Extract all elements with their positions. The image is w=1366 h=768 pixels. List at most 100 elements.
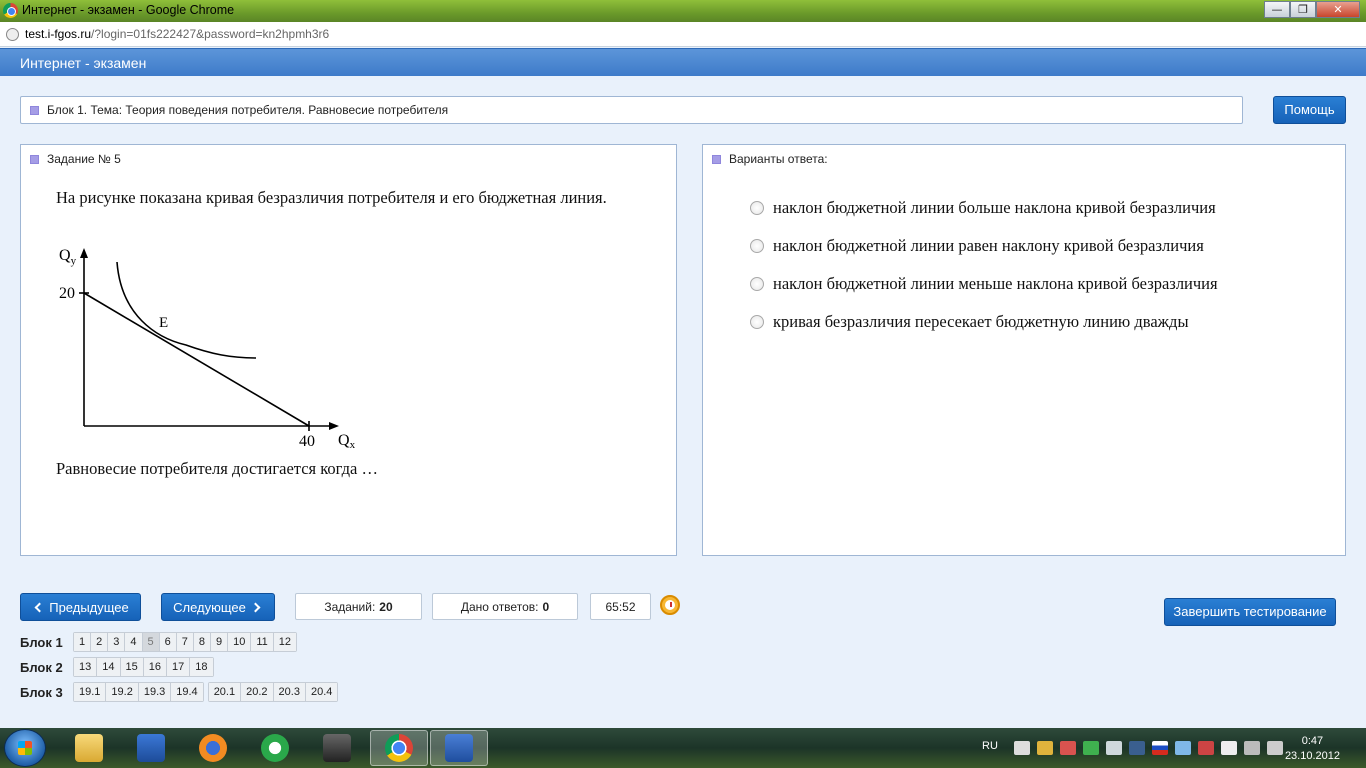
block-row-1: Блок 1 1 2 3 4 5 6 7 8 9 10 11 12 (20, 632, 301, 652)
monitor-icon[interactable] (1129, 741, 1145, 755)
task-link-19-4[interactable]: 19.4 (171, 683, 203, 701)
y-axis-label-main: Q (59, 247, 71, 264)
maximize-button[interactable]: ❐ (1290, 1, 1316, 18)
radio-button[interactable] (750, 201, 764, 215)
task-link-5-current[interactable]: 5 (142, 633, 160, 651)
tray-icons (1014, 741, 1283, 755)
answer-list: наклон бюджетной линии больше наклона кр… (750, 189, 1218, 341)
task-question: Равновесие потребителя достигается когда… (56, 459, 378, 478)
task-link-18[interactable]: 18 (190, 658, 213, 676)
finish-test-button[interactable]: Завершить тестирование (1164, 598, 1336, 626)
answer-option-1[interactable]: наклон бюджетной линии больше наклона кр… (750, 189, 1218, 227)
language-indicator[interactable]: RU (982, 740, 998, 752)
network-activity-icon[interactable] (1037, 741, 1053, 755)
radio-button[interactable] (750, 315, 764, 329)
answer-text: наклон бюджетной линии больше наклона кр… (773, 198, 1216, 217)
task-number-group: 1 2 3 4 5 6 7 8 9 10 11 12 (73, 632, 298, 652)
usb-icon[interactable] (1014, 741, 1030, 755)
url-text[interactable]: test.i-fgos.ru/?login=01fs222427&passwor… (25, 27, 329, 41)
security-icon[interactable] (1060, 741, 1076, 755)
address-bar[interactable]: test.i-fgos.ru/?login=01fs222427&passwor… (0, 22, 1366, 47)
answer-option-3[interactable]: наклон бюджетной линии меньше наклона кр… (750, 265, 1218, 303)
volume-icon[interactable] (1267, 741, 1283, 755)
system-tray: RU 0:47 23.10.2012 (946, 728, 1366, 768)
start-button[interactable] (4, 729, 46, 767)
task-link-7[interactable]: 7 (176, 633, 194, 651)
task-link-17[interactable]: 17 (167, 658, 191, 676)
task-link-10[interactable]: 10 (228, 633, 252, 651)
taskbar-firefox[interactable] (184, 730, 242, 766)
camera-icon (323, 734, 351, 762)
block-title: Блок 1. Тема: Теория поведения потребите… (47, 103, 449, 117)
flag-ru-icon[interactable] (1152, 741, 1168, 755)
budget-line (83, 292, 310, 427)
x-axis-label-main: Q (338, 432, 350, 449)
close-button[interactable]: ✕ (1316, 1, 1360, 18)
task-link-20-2[interactable]: 20.2 (241, 683, 274, 701)
next-button[interactable]: Следующее (161, 593, 275, 621)
folder-icon (75, 734, 103, 762)
task-link-4[interactable]: 4 (125, 633, 143, 651)
answers-title: Варианты ответа: (729, 152, 828, 166)
action-center-flag-icon[interactable] (1221, 741, 1237, 755)
window-controls: — ❐ ✕ (1264, 1, 1360, 18)
task-link-19-3[interactable]: 19.3 (138, 683, 172, 701)
sync-icon[interactable] (1106, 741, 1122, 755)
task-link-20-3[interactable]: 20.3 (273, 683, 306, 701)
y-axis-arrow (80, 248, 88, 258)
word-icon (445, 734, 473, 762)
block-label: Блок 3 (20, 684, 63, 700)
task-link-9[interactable]: 9 (211, 633, 229, 651)
clock-date: 23.10.2012 (1284, 750, 1340, 762)
task-link-13[interactable]: 13 (74, 658, 98, 676)
x-axis-label-sub: x (350, 439, 356, 451)
signal-icon[interactable] (1244, 741, 1260, 755)
previous-button[interactable]: Предыдущее (20, 593, 141, 621)
block-label: Блок 1 (20, 634, 63, 650)
task-number-group: 19.1 19.2 19.3 19.4 (73, 682, 204, 702)
task-link-20-1[interactable]: 20.1 (208, 683, 242, 701)
task-link-8[interactable]: 8 (193, 633, 211, 651)
app-title: Интернет - экзамен (20, 55, 147, 71)
taskbar-explorer[interactable] (60, 730, 118, 766)
task-link-14[interactable]: 14 (97, 658, 121, 676)
x-axis-arrow (329, 422, 339, 430)
task-link-20-4[interactable]: 20.4 (305, 683, 338, 701)
task-intro: На рисунке показана кривая безразличия п… (56, 188, 607, 207)
previous-label: Предыдущее (49, 599, 129, 615)
help-button[interactable]: Помощь (1273, 96, 1346, 124)
clock-time: 0:47 (1301, 735, 1324, 747)
task-link-12[interactable]: 12 (273, 633, 297, 651)
taskbar-camera[interactable] (308, 730, 366, 766)
answers-panel: Варианты ответа: наклон бюджетной линии … (702, 144, 1346, 556)
timer-value: 65:52 (605, 599, 636, 614)
arrow-tray-icon[interactable] (1175, 741, 1191, 755)
radio-button[interactable] (750, 277, 764, 291)
task-link-19-2[interactable]: 19.2 (106, 683, 139, 701)
block-label: Блок 2 (20, 659, 63, 675)
taskbar-word[interactable] (430, 730, 488, 766)
taskbar-media[interactable] (122, 730, 180, 766)
messenger-tray-icon[interactable] (1083, 741, 1099, 755)
taskbar-chrome[interactable] (370, 730, 428, 766)
task-link-15[interactable]: 15 (120, 658, 144, 676)
task-panel: Задание № 5 На рисунке показана кривая б… (20, 144, 677, 556)
radio-button[interactable] (750, 239, 764, 253)
y-intercept-label: 20 (59, 285, 75, 302)
task-link-11[interactable]: 11 (251, 633, 274, 651)
clock-display[interactable]: 0:47 23.10.2012 (1285, 734, 1340, 764)
task-link-6[interactable]: 6 (159, 633, 177, 651)
y-axis-label: Qy (59, 247, 77, 267)
task-link-2[interactable]: 2 (91, 633, 109, 651)
task-header: Задание № 5 (30, 152, 121, 166)
answer-option-2[interactable]: наклон бюджетной линии равен наклону кри… (750, 227, 1218, 265)
task-link-1[interactable]: 1 (74, 633, 92, 651)
task-link-19-1[interactable]: 19.1 (74, 683, 107, 701)
minimize-button[interactable]: — (1264, 1, 1290, 18)
antivirus-icon[interactable] (1198, 741, 1214, 755)
block-row-3: Блок 3 19.1 19.2 19.3 19.4 20.1 20.2 20.… (20, 682, 342, 702)
task-link-3[interactable]: 3 (108, 633, 126, 651)
taskbar-messenger[interactable] (246, 730, 304, 766)
answer-option-4[interactable]: кривая безразличия пересекает бюджетную … (750, 303, 1218, 341)
task-link-16[interactable]: 16 (143, 658, 167, 676)
